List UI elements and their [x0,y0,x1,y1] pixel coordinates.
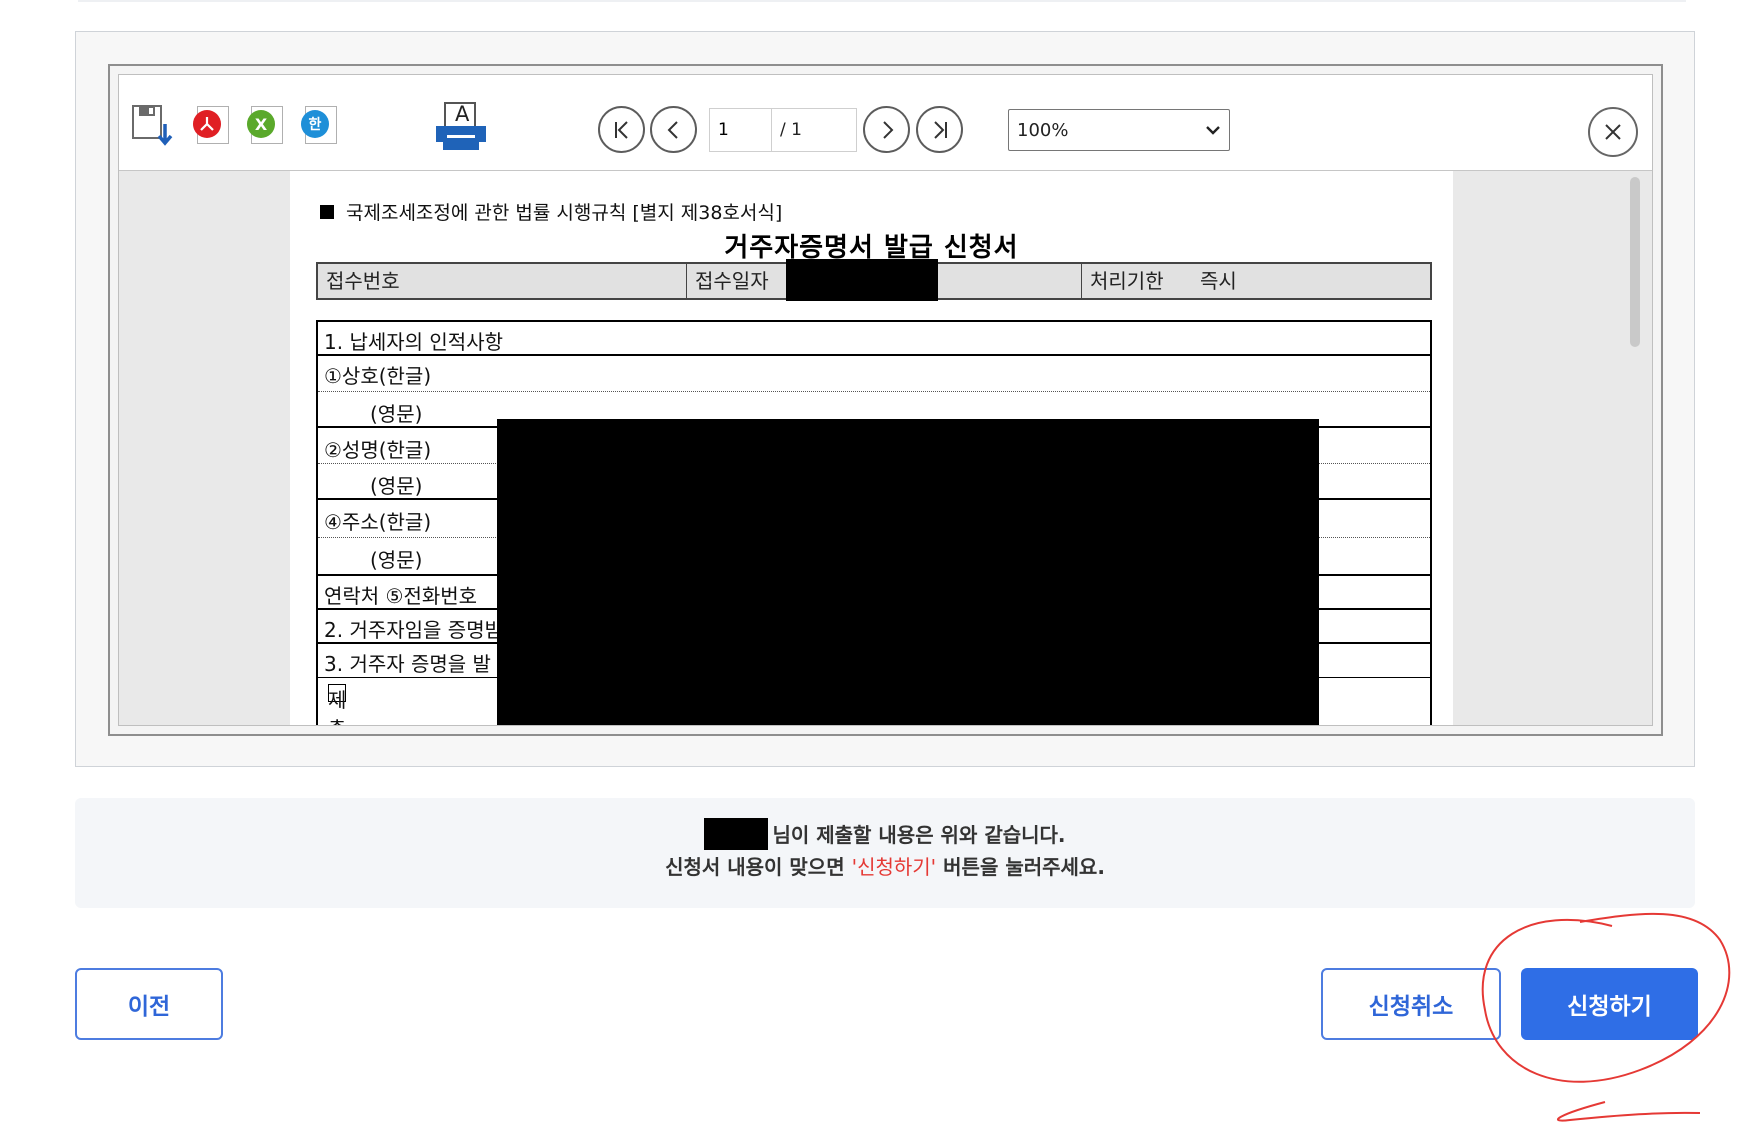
excel-icon[interactable]: X [245,102,285,144]
deadline-label: 처리기한 [1090,269,1164,293]
first-page-icon [614,120,628,139]
confirmation-notice: 님이 제출할 내용은 위와 같습니다. 신청서 내용이 맞으면 '신청하기' 버… [75,798,1695,908]
vertical-scrollbar[interactable] [1630,177,1640,347]
print-glyph: A [455,102,470,126]
prev-button[interactable]: 이전 [75,968,223,1040]
notice-highlight: '신청하기' [851,855,937,879]
cancel-application-button[interactable]: 신청취소 [1321,968,1501,1040]
receipt-date-label: 접수일자 [695,269,769,293]
pdf-icon[interactable] [191,102,231,144]
pdf-badge [193,110,221,138]
report-viewer-frame: X 한 A 1 / 1 100% 국제조세조정에 관한 법률 시행규칙 [별지 … [108,64,1663,736]
prev-page-button[interactable] [650,106,697,153]
last-page-icon [933,120,947,139]
notice-line-2: 신청서 내용이 맞으면 '신청하기' 버튼을 눌러주세요. [665,855,1105,879]
receipt-no-value [428,264,687,298]
notice-line-1: 님이 제출할 내용은 위와 같습니다. [75,818,1695,850]
close-icon [1605,124,1621,140]
chevron-down-icon [1206,126,1220,135]
chevron-right-icon [882,120,893,139]
submit-application-button[interactable]: 신청하기 [1521,968,1698,1040]
document-area: 국제조세조정에 관한 법률 시행규칙 [별지 제38호서식] 거주자증명서 발급… [119,171,1652,725]
save-icon[interactable] [131,102,173,146]
page-total: / 1 [780,120,802,140]
chevron-left-icon [667,120,678,139]
zoom-value: 100% [1017,119,1069,141]
viewer-toolbar: X 한 A 1 / 1 100% [119,75,1652,171]
hwp-icon[interactable]: 한 [299,102,339,144]
page-number-input[interactable] [710,109,772,151]
square-bullet-icon [320,205,334,219]
next-page-button[interactable] [863,106,910,153]
close-viewer-button[interactable] [1588,107,1638,157]
redacted-block [786,259,938,301]
redacted-name [704,818,769,850]
form-header: 국제조세조정에 관한 법률 시행규칙 [별지 제38호서식] [320,198,782,225]
deadline-value: 즉시 [1200,269,1237,293]
document-page: 국제조세조정에 관한 법률 시행규칙 [별지 제38호서식] 거주자증명서 발급… [290,171,1453,725]
zoom-select[interactable]: 100% [1008,109,1230,151]
report-viewer: X 한 A 1 / 1 100% 국제조세조정에 관한 법률 시행규칙 [별지 … [118,74,1653,726]
page-indicator: / 1 [709,108,857,152]
hwp-badge: 한 [301,110,329,138]
excel-badge: X [247,110,275,138]
last-page-button[interactable] [916,106,963,153]
receipt-no-label: 접수번호 [318,264,428,298]
print-icon[interactable]: A [433,102,489,150]
redacted-block [497,419,1319,725]
report-viewer-container: X 한 A 1 / 1 100% 국제조세조정에 관한 법률 시행규칙 [별지 … [75,31,1695,767]
top-divider [78,0,1686,2]
first-page-button[interactable] [598,106,645,153]
trade-name-kr-row: ①상호(한글) [318,358,1430,392]
section-1-row: 1. 납세자의 인적사항 [318,322,1430,356]
